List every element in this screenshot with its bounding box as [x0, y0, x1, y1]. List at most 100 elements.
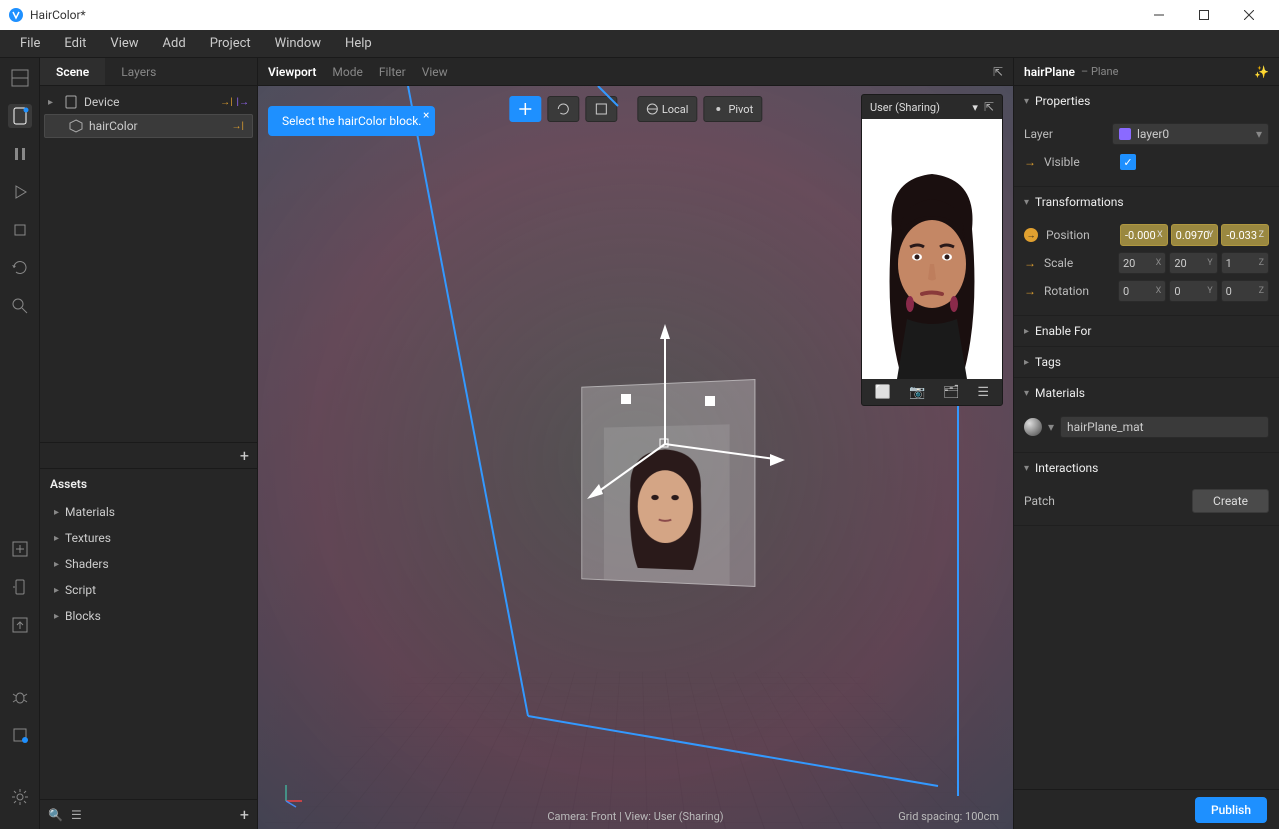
preview-record-icon[interactable]: ⬜ [875, 385, 891, 400]
inspector-object-name: hairPlane [1024, 65, 1075, 79]
visible-checkbox[interactable]: ✓ [1120, 154, 1136, 170]
scale-z-input[interactable]: 1Z [1221, 252, 1269, 274]
scene-tree: ▸ Device →||→ hairColor →| [40, 86, 257, 142]
play-icon[interactable] [8, 180, 32, 204]
preview-menu-icon[interactable]: ☰ [977, 385, 989, 400]
menu-add[interactable]: Add [151, 36, 198, 51]
property-indicator-icon[interactable]: → [1024, 228, 1038, 242]
material-name-field[interactable]: hairPlane_mat [1060, 416, 1269, 438]
close-button[interactable] [1226, 0, 1271, 30]
create-patch-button[interactable]: Create [1192, 489, 1269, 513]
stop-icon[interactable] [8, 218, 32, 242]
position-x-input[interactable]: -0.000X [1120, 224, 1168, 246]
tutorial-tooltip: Select the hairColor block. × [268, 106, 435, 136]
tab-filter[interactable]: Filter [379, 65, 406, 79]
tree-row-haircolor[interactable]: hairColor →| [44, 114, 253, 138]
section-properties[interactable]: Properties [1014, 86, 1279, 116]
scale-y-input[interactable]: 20Y [1169, 252, 1217, 274]
publish-button[interactable]: Publish [1195, 797, 1267, 823]
camera-status: Camera: Front | View: User (Sharing) [547, 810, 723, 823]
menu-view[interactable]: View [98, 36, 150, 51]
axis-widget[interactable] [278, 779, 308, 809]
bug-icon[interactable] [8, 685, 32, 709]
app-logo-icon [8, 7, 24, 23]
import-icon[interactable] [8, 537, 32, 561]
menu-window[interactable]: Window [263, 36, 333, 51]
scale-tool-button[interactable] [585, 96, 617, 122]
magic-wand-icon[interactable]: ✨ [1254, 65, 1269, 79]
tab-layers[interactable]: Layers [105, 58, 172, 85]
rotate-tool-button[interactable] [547, 96, 579, 122]
rotation-x-input[interactable]: 0X [1118, 280, 1166, 302]
position-y-input[interactable]: 0.0970Y [1171, 224, 1219, 246]
block-node-icon [69, 119, 83, 133]
layer-label: Layer [1024, 127, 1104, 141]
scene-plane-object[interactable] [581, 379, 755, 587]
assets-panel: Assets Materials Textures Shaders Script… [40, 468, 257, 799]
assets-script[interactable]: Script [40, 577, 257, 603]
material-chevron-icon[interactable]: ▾ [1048, 420, 1054, 434]
tab-mode[interactable]: Mode [332, 65, 362, 79]
settings-icon[interactable] [8, 785, 32, 809]
mobile-icon[interactable] [8, 575, 32, 599]
tooltip-text: Select the hairColor block. [282, 114, 421, 128]
inspector-object-type: – Plane [1081, 65, 1118, 78]
section-interactions[interactable]: Interactions [1014, 453, 1279, 483]
layer-color-swatch [1119, 128, 1131, 140]
upload-icon[interactable] [8, 613, 32, 637]
coordinate-space-button[interactable]: Local [637, 96, 698, 122]
preview-camera-icon[interactable]: 📷 [909, 385, 925, 400]
section-materials[interactable]: Materials [1014, 378, 1279, 408]
position-z-input[interactable]: -0.033Z [1221, 224, 1269, 246]
refresh-icon[interactable] [8, 256, 32, 280]
move-tool-button[interactable] [509, 96, 541, 122]
rotation-y-input[interactable]: 0Y [1169, 280, 1217, 302]
assets-textures[interactable]: Textures [40, 525, 257, 551]
workspace-icon[interactable] [8, 66, 32, 90]
layer-dropdown[interactable]: layer0 ▾ [1112, 123, 1269, 145]
tooltip-close-icon[interactable]: × [423, 108, 429, 122]
menu-file[interactable]: File [8, 36, 52, 51]
tree-row-device[interactable]: ▸ Device →||→ [40, 90, 257, 114]
menu-edit[interactable]: Edit [52, 36, 98, 51]
viewport-panel: Viewport Mode Filter View ⇱ Select the h… [258, 58, 1013, 829]
maximize-button[interactable] [1181, 0, 1226, 30]
section-tags[interactable]: Tags [1014, 347, 1279, 377]
scale-x-input[interactable]: 20X [1118, 252, 1166, 274]
preview-mode-dropdown[interactable]: User (Sharing) ▾ [870, 101, 978, 114]
publish-bar: Publish [1014, 789, 1279, 829]
assets-filter-icon[interactable]: ☰ [71, 808, 82, 822]
patch-label: Patch [1024, 494, 1104, 508]
search-icon[interactable] [8, 294, 32, 318]
grid-spacing-status: Grid spacing: 100cm [898, 810, 999, 823]
rotation-label: Rotation [1044, 284, 1110, 298]
scene-add-bar: + [40, 442, 257, 468]
assets-shaders[interactable]: Shaders [40, 551, 257, 577]
assets-search-icon[interactable]: 🔍 [48, 808, 63, 822]
tab-scene[interactable]: Scene [40, 58, 105, 85]
assets-materials[interactable]: Materials [40, 499, 257, 525]
minimize-button[interactable] [1136, 0, 1181, 30]
menu-help[interactable]: Help [333, 36, 384, 51]
preview-image [862, 119, 1002, 379]
add-asset-button[interactable]: + [240, 805, 249, 824]
window-titlebar: HairColor* [0, 0, 1279, 30]
arrow-out-icon: |→ [237, 97, 249, 108]
pause-icon[interactable] [8, 142, 32, 166]
add-scene-object-button[interactable]: + [240, 446, 249, 465]
section-enable-for[interactable]: Enable For [1014, 316, 1279, 346]
pivot-button[interactable]: Pivot [703, 96, 762, 122]
preview-popout-icon[interactable]: ⇱ [984, 100, 994, 114]
viewport-3d[interactable]: Select the hairColor block. × Local Pivo… [258, 86, 1013, 829]
tab-view[interactable]: View [422, 65, 448, 79]
tab-viewport[interactable]: Viewport [268, 65, 316, 79]
section-transformations[interactable]: Transformations [1014, 187, 1279, 217]
library-icon[interactable] [8, 723, 32, 747]
assets-blocks[interactable]: Blocks [40, 603, 257, 629]
preview-snapshot-icon[interactable]: 🗂 [943, 385, 960, 400]
menu-project[interactable]: Project [198, 36, 263, 51]
device-icon[interactable] [8, 104, 32, 128]
rotation-z-input[interactable]: 0Z [1221, 280, 1269, 302]
viewport-popout-icon[interactable]: ⇱ [993, 65, 1003, 79]
tree-label: Device [84, 95, 214, 109]
